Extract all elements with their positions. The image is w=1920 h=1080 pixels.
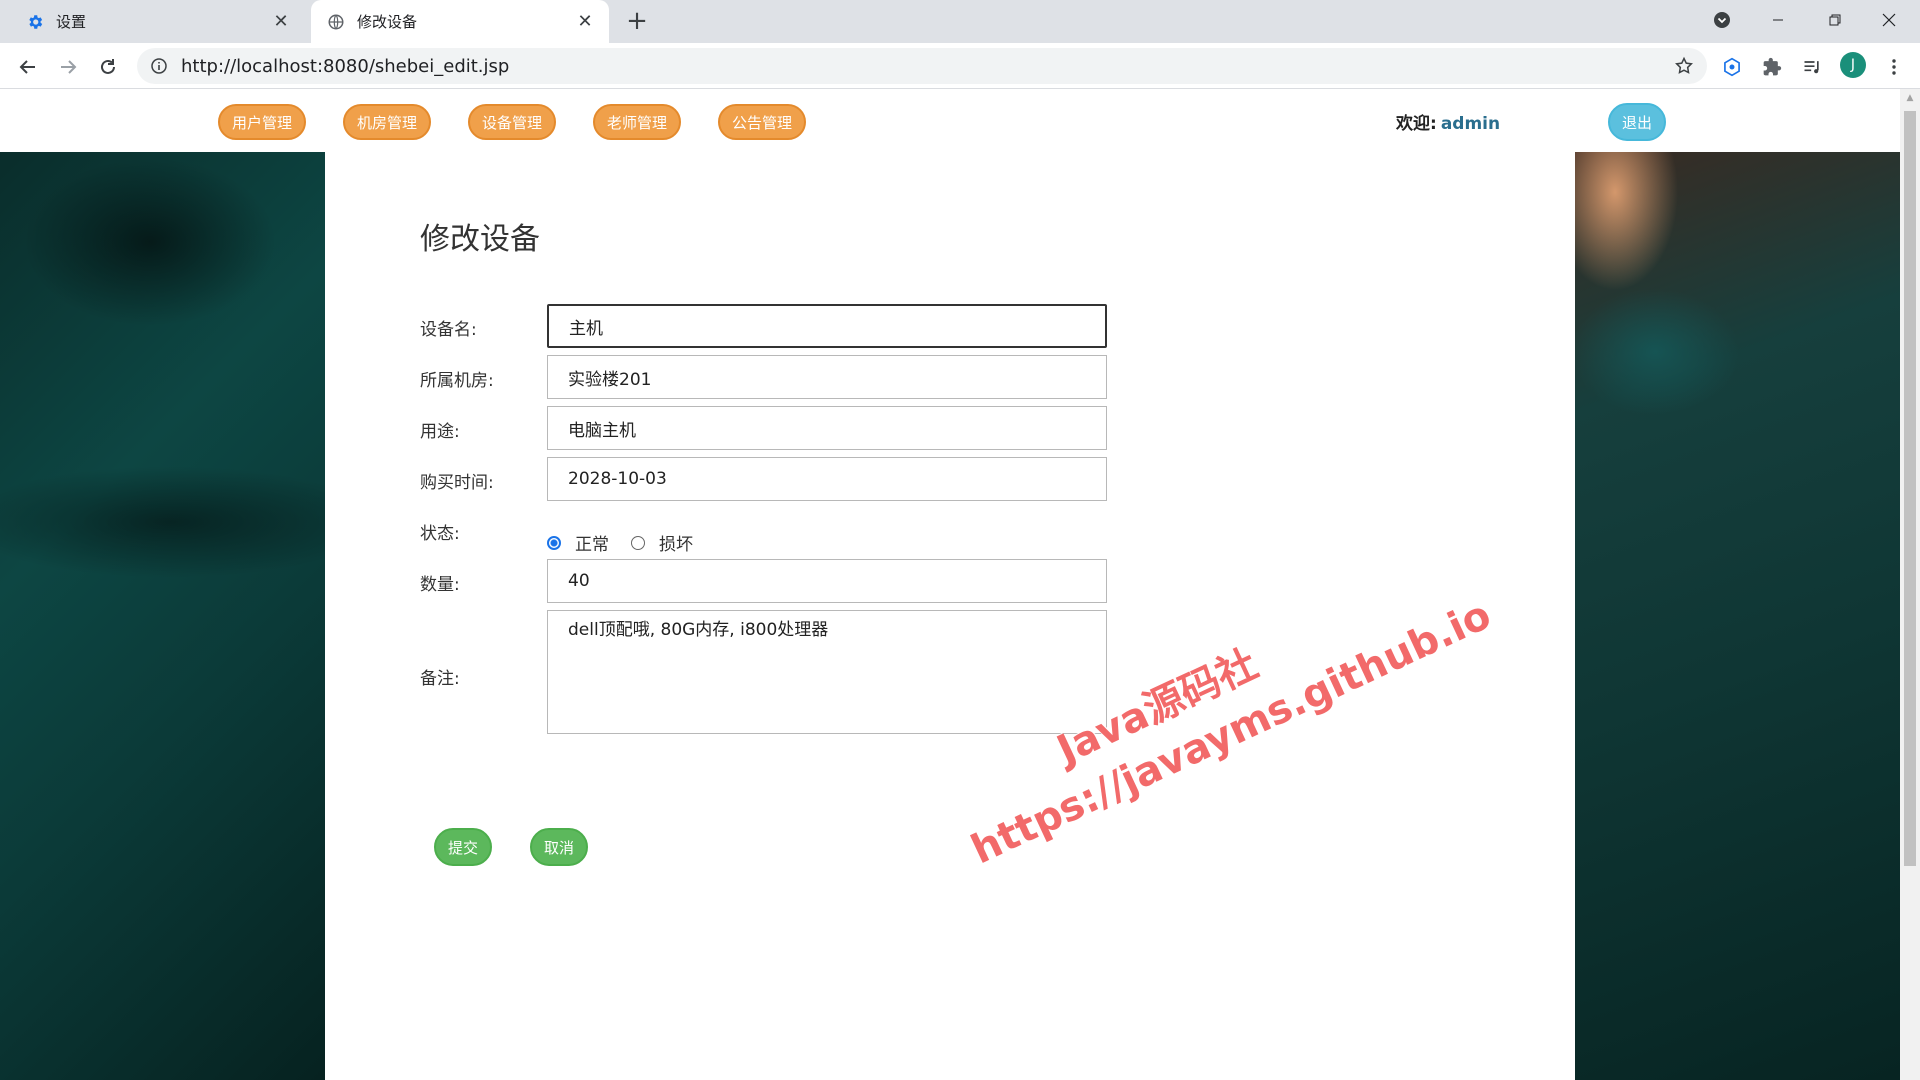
tab-edit-device[interactable]: 修改设备 ✕ xyxy=(311,0,609,43)
tab-settings[interactable]: 设置 ✕ xyxy=(10,0,305,43)
status-normal-label[interactable]: 正常 xyxy=(575,530,609,555)
window-close-icon[interactable] xyxy=(1866,0,1912,40)
label-room: 所属机房: xyxy=(420,371,494,391)
cancel-button[interactable]: 取消 xyxy=(530,828,588,866)
background-image-left xyxy=(0,152,325,1080)
nav-user-management[interactable]: 用户管理 xyxy=(218,104,306,140)
remark-textarea[interactable]: dell顶配哦, 80G内存, i800处理器 xyxy=(547,610,1107,734)
tab-title: 修改设备 xyxy=(357,13,418,31)
close-icon[interactable]: ✕ xyxy=(267,8,295,36)
gear-icon xyxy=(26,13,44,31)
profile-avatar[interactable]: J xyxy=(1840,52,1866,78)
puzzle-icon[interactable] xyxy=(1756,51,1788,83)
info-icon[interactable] xyxy=(149,56,169,76)
username: admin xyxy=(1440,114,1501,134)
page-title: 修改设备 xyxy=(420,222,540,257)
nav-teacher-management[interactable]: 老师管理 xyxy=(593,104,681,140)
browser-toolbar: http://localhost:8080/shebei_edit.jsp xyxy=(0,43,1920,89)
address-bar[interactable]: http://localhost:8080/shebei_edit.jsp xyxy=(137,48,1707,84)
minimize-icon[interactable] xyxy=(1755,0,1801,40)
purchase-time-input[interactable] xyxy=(547,457,1107,501)
label-remark: 备注: xyxy=(420,669,460,689)
reload-icon[interactable] xyxy=(92,51,124,83)
label-quantity: 数量: xyxy=(420,575,460,595)
usage-input[interactable] xyxy=(547,406,1107,450)
page-viewport: 用户管理 机房管理 设备管理 老师管理 公告管理 欢迎: admin 退出 修改设… xyxy=(0,89,1900,1080)
welcome-text: 欢迎: admin xyxy=(1396,109,1500,134)
media-queue-icon[interactable] xyxy=(1796,51,1828,83)
forward-arrow-icon[interactable] xyxy=(52,51,84,83)
scrollbar-thumb[interactable] xyxy=(1904,111,1916,866)
scroll-up-arrow-icon[interactable]: ▲ xyxy=(1900,89,1920,107)
tab-title: 设置 xyxy=(56,13,87,31)
logout-button[interactable]: 退出 xyxy=(1608,103,1666,141)
back-arrow-icon[interactable] xyxy=(12,51,44,83)
quantity-input[interactable] xyxy=(547,559,1107,603)
status-radio-group: 正常 损坏 xyxy=(547,530,715,555)
nav-device-management[interactable]: 设备管理 xyxy=(468,104,556,140)
welcome-label: 欢迎: xyxy=(1396,114,1437,134)
nav-announcement-management[interactable]: 公告管理 xyxy=(718,104,806,140)
restore-icon[interactable] xyxy=(1812,0,1858,40)
browser-tab-bar: 设置 ✕ 修改设备 ✕ + xyxy=(0,0,1920,43)
background-image-right xyxy=(1575,152,1900,1080)
globe-icon xyxy=(327,13,345,31)
label-status: 状态: xyxy=(420,524,460,544)
nav-room-management[interactable]: 机房管理 xyxy=(343,104,431,140)
kebab-menu-icon[interactable] xyxy=(1878,51,1910,83)
page-scrollbar[interactable]: ▲ xyxy=(1900,89,1920,1080)
tab-search-icon[interactable] xyxy=(1705,0,1739,40)
site-header: 用户管理 机房管理 设备管理 老师管理 公告管理 欢迎: admin 退出 xyxy=(0,89,1900,153)
extension-hexagon-icon[interactable] xyxy=(1716,51,1748,83)
close-icon[interactable]: ✕ xyxy=(571,8,599,36)
submit-button[interactable]: 提交 xyxy=(434,828,492,866)
room-input[interactable] xyxy=(547,355,1107,399)
label-device-name: 设备名: xyxy=(420,320,477,340)
status-broken-label[interactable]: 损坏 xyxy=(659,530,693,555)
label-usage: 用途: xyxy=(420,422,460,442)
url-text[interactable]: http://localhost:8080/shebei_edit.jsp xyxy=(181,56,1669,77)
new-tab-button[interactable]: + xyxy=(622,6,652,36)
status-broken-radio[interactable] xyxy=(631,535,645,550)
bookmark-star-icon[interactable] xyxy=(1669,51,1699,81)
status-normal-radio[interactable] xyxy=(547,535,561,550)
device-name-input[interactable] xyxy=(547,304,1107,348)
label-purchase-time: 购买时间: xyxy=(420,473,494,493)
